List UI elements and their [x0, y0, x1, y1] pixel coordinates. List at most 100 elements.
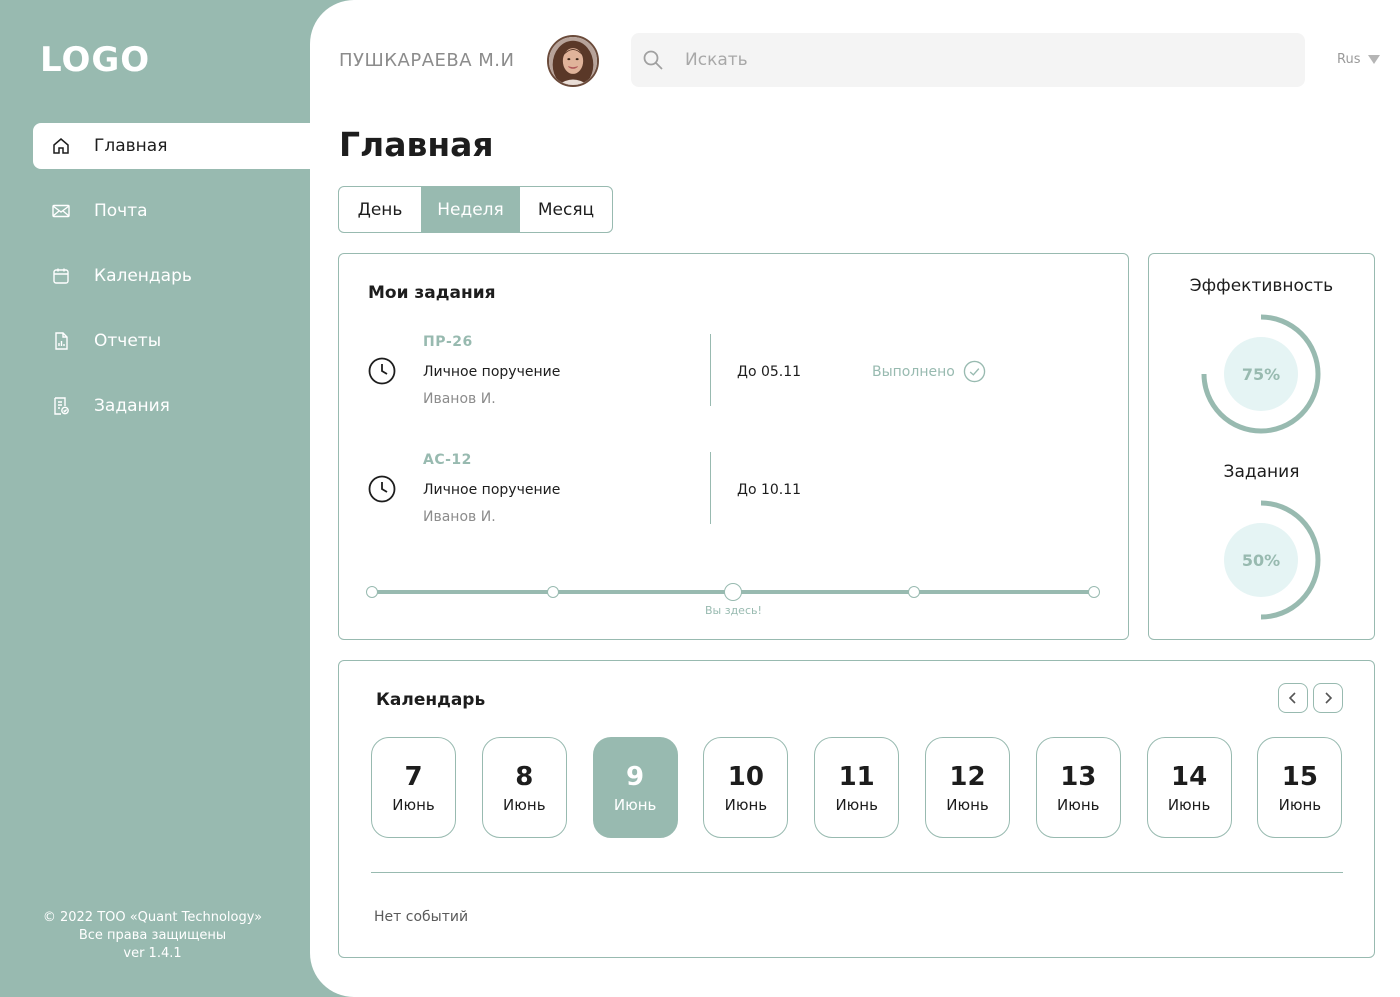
- day-number: 15: [1281, 761, 1318, 792]
- clock-icon: [367, 474, 397, 504]
- main-content: ПУШКАРАЕВА М.И Rus Главная День Неделя М…: [310, 0, 1400, 997]
- calendar-day[interactable]: 7 Июнь: [371, 737, 456, 838]
- tasks-ring-title: Задания: [1223, 462, 1300, 482]
- task-due: До 05.11: [737, 364, 802, 380]
- calendar-day[interactable]: 15 Июнь: [1257, 737, 1343, 838]
- user-name: ПУШКАРАЕВА М.И: [339, 50, 515, 71]
- calendar-day[interactable]: 13 Июнь: [1035, 737, 1121, 838]
- calendar-prev-button[interactable]: [1278, 683, 1308, 713]
- day-month: Июнь: [724, 795, 768, 814]
- calendar-next-button[interactable]: [1313, 683, 1343, 713]
- calendar-day[interactable]: 10 Июнь: [703, 737, 789, 838]
- mail-icon: [50, 200, 72, 222]
- task-due: До 10.11: [737, 482, 802, 498]
- task-divider: [710, 452, 711, 524]
- search-bar: [631, 33, 1305, 87]
- day-number: 9: [626, 761, 645, 792]
- search-input[interactable]: [685, 50, 1265, 70]
- progress-step[interactable]: [1088, 586, 1100, 598]
- efficiency-value: 75%: [1241, 364, 1281, 384]
- language-selector[interactable]: Rus: [1337, 52, 1381, 67]
- calendar-title: Календарь: [376, 690, 486, 710]
- progress-current-label: Вы здесь!: [705, 604, 762, 617]
- task-code: ПР-26: [423, 334, 473, 350]
- calendar-day-selected[interactable]: 9 Июнь: [592, 737, 678, 838]
- period-tabs: День Неделя Месяц: [338, 186, 613, 233]
- task-type: Личное поручение: [423, 482, 561, 498]
- check-circle-icon: [963, 360, 986, 383]
- copyright: © 2022 ТОО «Quant Technology» Все права …: [42, 910, 263, 961]
- tasks-card: Мои задания ПР-26 Личное поручение Ивано…: [338, 253, 1129, 640]
- tab-week[interactable]: Неделя: [421, 187, 520, 232]
- task-item[interactable]: ПР-26 Личное поручение Иванов И. До 05.1…: [339, 334, 1128, 414]
- sidebar-item-tasks[interactable]: Задания: [33, 383, 330, 429]
- sidebar-item-label: Главная: [94, 136, 168, 156]
- chevron-right-icon: [1325, 692, 1333, 704]
- chevron-down-icon: [1368, 55, 1381, 64]
- day-month: Июнь: [946, 795, 989, 814]
- sidebar-item-label: Почта: [94, 201, 148, 221]
- task-icon: [50, 395, 72, 417]
- task-status: Выполнено: [872, 360, 986, 383]
- page-title: Главная: [339, 125, 494, 164]
- day-month: Июнь: [392, 795, 435, 814]
- home-icon: [50, 135, 72, 157]
- progress-step[interactable]: [546, 586, 559, 598]
- sidebar-item-home[interactable]: Главная: [33, 123, 330, 169]
- sidebar-item-label: Задания: [94, 396, 170, 416]
- tasks-ring-value: 50%: [1241, 550, 1281, 570]
- chevron-left-icon: [1288, 692, 1296, 704]
- sidebar-item-calendar[interactable]: Календарь: [33, 253, 330, 299]
- tasks-title: Мои задания: [368, 283, 496, 303]
- no-events-text: Нет событий: [374, 909, 469, 925]
- language-label: Rus: [1337, 52, 1361, 67]
- progress-step[interactable]: [907, 586, 920, 598]
- clock-icon: [367, 356, 397, 386]
- day-number: 7: [404, 761, 423, 792]
- sidebar-item-reports[interactable]: Отчеты: [33, 318, 330, 364]
- day-number: 12: [949, 761, 986, 792]
- report-icon: [50, 330, 72, 352]
- day-month: Июнь: [1057, 795, 1100, 814]
- calendar-day[interactable]: 8 Июнь: [481, 737, 567, 838]
- progress-timeline: [366, 582, 1100, 602]
- efficiency-title: Эффективность: [1189, 276, 1334, 296]
- task-person: Иванов И.: [423, 509, 496, 525]
- calendar-card: Календарь 7 Июнь 8 Июнь 9 Июнь 10 Июнь 11 Июн…: [338, 660, 1375, 958]
- task-person: Иванов И.: [423, 391, 496, 407]
- efficiency-ring: 75%: [1199, 312, 1323, 436]
- calendar-day[interactable]: 12 Июнь: [924, 737, 1010, 838]
- tab-day[interactable]: День: [339, 187, 421, 232]
- sidebar: LOGO Главная Почта Календарь Отчеты Зада…: [0, 0, 330, 997]
- sidebar-item-mail[interactable]: Почта: [33, 188, 330, 234]
- calendar-divider: [371, 872, 1343, 873]
- avatar[interactable]: [547, 35, 599, 87]
- calendar-day[interactable]: 11 Июнь: [814, 737, 900, 838]
- efficiency-card: Эффективность 75% Задания 50%: [1148, 253, 1375, 640]
- task-code: АС-12: [423, 452, 472, 468]
- task-type: Личное поручение: [423, 364, 561, 380]
- sidebar-nav: Главная Почта Календарь Отчеты Задания: [33, 123, 330, 448]
- day-number: 8: [515, 761, 534, 792]
- day-month: Июнь: [835, 795, 878, 814]
- search-icon: [641, 48, 665, 72]
- sidebar-item-label: Календарь: [94, 266, 192, 286]
- task-item[interactable]: АС-12 Личное поручение Иванов И. До 10.1…: [339, 452, 1128, 532]
- progress-step-current[interactable]: [724, 583, 742, 601]
- day-month: Июнь: [1278, 795, 1322, 814]
- calendar-day[interactable]: 14 Июнь: [1146, 737, 1232, 838]
- sidebar-item-label: Отчеты: [94, 331, 162, 351]
- day-number: 13: [1060, 761, 1097, 792]
- task-status-label: Выполнено: [872, 363, 955, 380]
- progress-step[interactable]: [366, 586, 378, 598]
- day-number: 11: [838, 761, 875, 792]
- tasks-ring: 50%: [1199, 498, 1323, 622]
- day-number: 10: [727, 761, 764, 792]
- day-month: Июнь: [1167, 795, 1211, 814]
- calendar-icon: [50, 265, 72, 287]
- tab-month[interactable]: Месяц: [520, 187, 612, 232]
- calendar-days: 7 Июнь 8 Июнь 9 Июнь 10 Июнь 11 Июнь 12 Июнь 1…: [371, 737, 1343, 838]
- day-number: 14: [1170, 761, 1208, 792]
- day-month: Июнь: [503, 795, 546, 814]
- task-divider: [710, 334, 711, 406]
